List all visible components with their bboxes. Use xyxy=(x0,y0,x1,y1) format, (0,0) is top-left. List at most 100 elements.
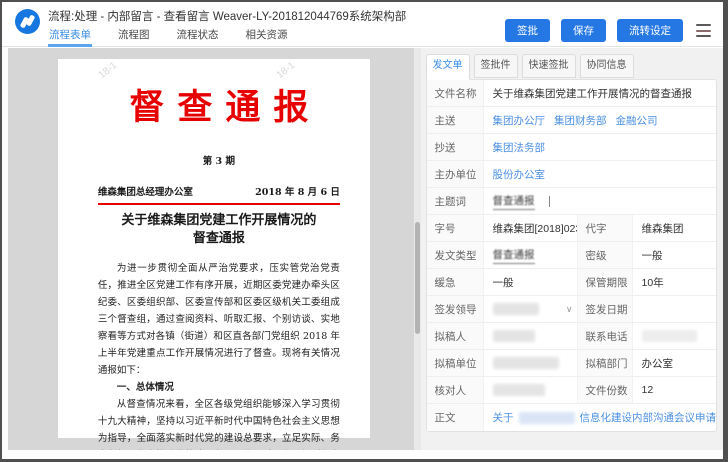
approve-button[interactable]: 签批 xyxy=(505,19,550,42)
sign-leader-value: ∨ xyxy=(484,296,577,322)
field-label: 联系电话 xyxy=(576,323,633,349)
field-label: 拟稿单位 xyxy=(426,350,484,376)
header-bar: 流程:处理 - 内部留言 - 查看留言 Weaver-LY-2018120447… xyxy=(2,2,723,47)
file-name-value: 关于维森集团党建工作开展情况的督查通报 xyxy=(492,87,693,100)
field-label: 文件名称 xyxy=(426,80,484,106)
phone-value xyxy=(633,323,717,349)
form-row-urgency: 缓急 一般 保管期限 10年 xyxy=(426,269,716,296)
daizi-value: 维森集团 xyxy=(641,222,684,235)
field-label: 签发领导 xyxy=(426,296,484,322)
body-doc-value: 关于 信息化建设内部沟通会议申请 xyxy=(484,404,717,431)
workflow-tabs: 流程表单 流程图 流程状态 相关资源 xyxy=(48,27,289,47)
field-label: 发文类型 xyxy=(426,242,484,268)
dept-link[interactable]: 金融公司 xyxy=(616,113,658,128)
field-label: 拟稿部门 xyxy=(576,350,633,376)
form-row-body-doc: 正文 关于 信息化建设内部沟通会议申请 xyxy=(426,404,717,431)
field-label: 正文 xyxy=(426,404,484,431)
form-row-doc-type: 发文类型 督查通报 密级 一般 xyxy=(426,242,716,269)
form-row-drafter: 拟稿人 联系电话 xyxy=(426,323,717,350)
doc-type-value: 督查通报 xyxy=(484,242,577,268)
redacted-text xyxy=(641,330,697,342)
tab-related-resources[interactable]: 相关资源 xyxy=(245,27,289,47)
chevron-down-icon[interactable]: ∨ xyxy=(566,304,573,315)
checker-value xyxy=(484,377,577,403)
doc-number-value: 维森集团[2018]023号 xyxy=(492,222,577,235)
redacted-text xyxy=(492,384,545,396)
form-row-file-name: 文件名称 关于维森集团党建工作开展情况的督查通报 xyxy=(426,80,716,107)
field-label: 保管期限 xyxy=(576,269,633,295)
tab-flow-form[interactable]: 流程表单 xyxy=(48,27,92,47)
dispatch-form: 文件名称 关于维森集团党建工作开展情况的督查通报 主送 集团办公厅 集团财务部 … xyxy=(425,79,717,432)
document-issue-number: 第 3 期 xyxy=(202,156,235,167)
main-send-value: 集团办公厅 集团财务部 金融公司 xyxy=(484,107,717,133)
field-label: 代字 xyxy=(576,215,633,241)
more-menu-icon[interactable] xyxy=(696,24,711,37)
field-label: 缓急 xyxy=(426,269,484,295)
document-viewer: 18-1 18-1 督查通报 第 3 期 维森集团总经理办公室 2018 年 8… xyxy=(7,48,421,450)
form-panel: 发文单 签批件 快速签批 协同信息 文件名称 关于维森集团党建工作开展情况的督查… xyxy=(420,48,723,450)
save-button[interactable]: 保存 xyxy=(561,19,606,42)
panel-tab-dispatch-form[interactable]: 发文单 xyxy=(425,54,470,80)
body-doc-link[interactable]: 关于 信息化建设内部沟通会议申请 xyxy=(492,410,717,425)
form-row-draft-unit: 拟稿单位 拟稿部门 办公室 xyxy=(426,350,716,377)
dept-link[interactable]: 股份办公室 xyxy=(493,167,546,182)
form-panel-tabs: 发文单 签批件 快速签批 协同信息 xyxy=(425,54,718,80)
document-title-line2: 督查通报 xyxy=(192,230,245,246)
route-settings-button[interactable]: 流转设定 xyxy=(617,19,683,42)
urgency-value: 一般 xyxy=(492,276,514,289)
draft-dept-value: 办公室 xyxy=(641,357,674,370)
field-label: 核对人 xyxy=(426,377,484,403)
red-divider xyxy=(97,203,340,205)
field-label: 签发日期 xyxy=(576,296,633,322)
document-page: 18-1 18-1 督查通报 第 3 期 维森集团总经理办公室 2018 年 8… xyxy=(57,59,370,444)
document-paragraph: 为进一步贯彻全面从严治党要求，压实管党治党责任，推进全区党建工作有序开展，近期区… xyxy=(97,263,340,376)
field-label: 主题词 xyxy=(426,188,484,214)
page-title: 流程:处理 - 内部留言 - 查看留言 Weaver-LY-2018120447… xyxy=(48,11,407,23)
document-org-date-row: 维森集团总经理办公室 2018 年 8 月 6 日 xyxy=(98,184,340,198)
field-label: 抄送 xyxy=(426,134,484,160)
form-row-host-unit: 主办单位 股份办公室 xyxy=(426,161,717,188)
main-content: 18-1 18-1 督查通报 第 3 期 维森集团总经理办公室 2018 年 8… xyxy=(2,48,723,450)
tab-flow-status[interactable]: 流程状态 xyxy=(176,27,220,47)
document-paragraph: 从督查情况来看，全区各级党组织能够深入学习贯彻十九大精神，坚持以习近平新时代中国… xyxy=(97,399,340,444)
redacted-text xyxy=(518,411,575,424)
panel-tab-quick-approval[interactable]: 快速签批 xyxy=(521,54,576,78)
document-body: 为进一步贯彻全面从严治党要求，压实管党治党责任，推进全区党建工作有序开展，近期区… xyxy=(98,260,340,450)
subject-text: 督查通报 xyxy=(492,193,535,210)
document-date: 2018 年 8 月 6 日 xyxy=(255,187,340,198)
redacted-text xyxy=(492,330,535,342)
subject-value: 督查通报 xyxy=(484,188,717,214)
sign-date-value[interactable] xyxy=(633,296,717,322)
document-scrollbar[interactable] xyxy=(413,48,421,450)
panel-tab-collab-info[interactable]: 协同信息 xyxy=(579,54,634,78)
form-row-subject: 主题词 督查通报 xyxy=(426,188,717,215)
dept-link[interactable]: 集团法务部 xyxy=(493,140,546,155)
field-label: 文件份数 xyxy=(576,377,633,403)
form-row-checker: 核对人 文件份数 12 xyxy=(426,377,716,404)
document-org: 维森集团总经理办公室 xyxy=(97,187,193,198)
field-label: 拟稿人 xyxy=(426,323,484,349)
host-unit-value: 股份办公室 xyxy=(484,161,717,187)
dept-link[interactable]: 集团财务部 xyxy=(554,113,607,128)
body-doc-link-suffix: 信息化建设内部沟通会议申请 xyxy=(579,412,717,424)
redacted-text xyxy=(492,357,559,369)
form-row-doc-number: 字号 维森集团[2018]023号 代字 维森集团 xyxy=(426,215,716,242)
panel-tab-approval-doc[interactable]: 签批件 xyxy=(473,54,518,78)
document-title-line1: 关于维森集团党建工作开展情况的 xyxy=(121,213,317,228)
tab-flow-chart[interactable]: 流程图 xyxy=(117,27,151,47)
body-doc-link-prefix: 关于 xyxy=(492,412,514,424)
doc-type-text: 督查通报 xyxy=(492,247,535,264)
redacted-text xyxy=(492,303,539,315)
secrecy-value: 一般 xyxy=(641,249,663,262)
form-row-main-send: 主送 集团办公厅 集团财务部 金融公司 xyxy=(426,107,717,134)
draft-unit-value xyxy=(484,350,577,376)
workflow-window: 流程:处理 - 内部留言 - 查看留言 Weaver-LY-2018120447… xyxy=(0,0,728,462)
scrollbar-thumb[interactable] xyxy=(414,222,420,334)
copy-send-value: 集团法务部 xyxy=(484,134,717,160)
drafter-value xyxy=(484,323,577,349)
document-section-heading: 一、总体情况 xyxy=(116,382,174,393)
document-masthead: 督查通报 xyxy=(129,87,322,128)
dept-link[interactable]: 集团办公厅 xyxy=(493,113,546,128)
text-cursor xyxy=(548,195,550,207)
watermark: 18-1 xyxy=(274,60,298,81)
